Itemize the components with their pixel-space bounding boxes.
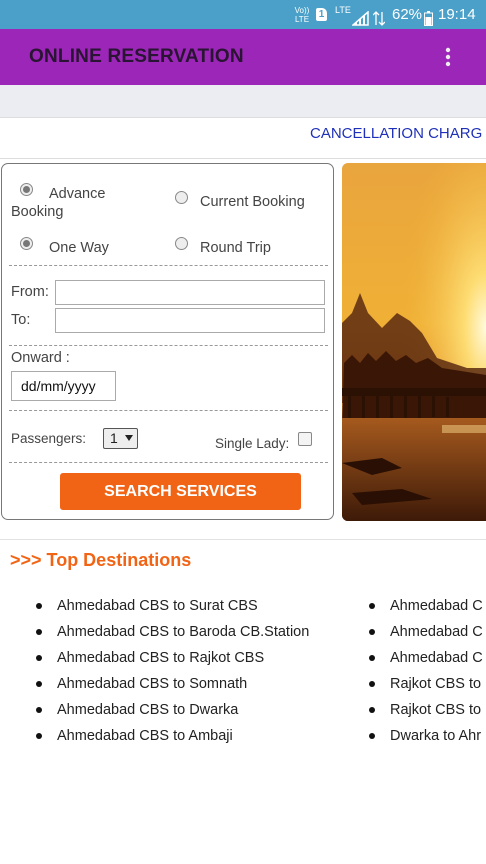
battery-percent: 62%	[392, 6, 423, 23]
bullet-icon	[369, 655, 375, 661]
bullet-icon	[36, 629, 42, 635]
sunset-banner-image	[342, 163, 486, 521]
round-trip-label[interactable]: Round Trip	[200, 239, 271, 257]
passengers-select[interactable]: 1	[103, 428, 138, 449]
bullet-icon	[369, 603, 375, 609]
onward-date-input[interactable]: dd/mm/yyyy	[11, 371, 116, 401]
spacer-band	[0, 85, 486, 117]
bullet-icon	[36, 733, 42, 739]
destination-text[interactable]: Ahmedabad CBS to Baroda CB.Station	[57, 624, 309, 640]
single-lady-checkbox[interactable]	[298, 432, 312, 446]
single-lady-label: Single Lady:	[215, 436, 290, 451]
from-label: From:	[11, 284, 49, 300]
cancellation-ticker[interactable]: CANCELLATION CHARG	[0, 117, 486, 159]
destinations-right-list: Ahmedabad C Ahmedabad C Ahmedabad C Rajk…	[369, 596, 486, 752]
current-booking-radio[interactable]	[175, 191, 188, 204]
to-label: To:	[11, 312, 31, 328]
destination-link[interactable]: Ahmedabad CBS to Dwarka	[36, 700, 309, 726]
app-title: ONLINE RESERVATION	[29, 46, 244, 67]
section-divider	[0, 539, 486, 540]
destination-text[interactable]: Ahmedabad C	[390, 598, 483, 614]
destination-link[interactable]: Ahmedabad C	[369, 622, 486, 648]
bullet-icon	[36, 603, 42, 609]
bullet-icon	[369, 629, 375, 635]
sim-icon: 1	[316, 8, 327, 21]
bullet-icon	[36, 681, 42, 687]
destination-link[interactable]: Rajkot CBS to	[369, 700, 486, 726]
destination-text[interactable]: Ahmedabad C	[390, 624, 483, 640]
signal-icon	[350, 7, 369, 26]
destination-text[interactable]: Dwarka to Ahr	[390, 728, 481, 744]
destination-text[interactable]: Ahmedabad CBS to Dwarka	[57, 702, 238, 718]
from-input[interactable]	[55, 280, 325, 305]
destination-text[interactable]: Ahmedabad CBS to Surat CBS	[57, 598, 258, 614]
bullet-icon	[369, 707, 375, 713]
destination-link[interactable]: Ahmedabad CBS to Ambaji	[36, 726, 309, 752]
bullet-icon	[36, 655, 42, 661]
round-trip-radio[interactable]	[175, 237, 188, 250]
app-bar: ONLINE RESERVATION	[0, 29, 486, 85]
current-booking-label[interactable]: Current Booking	[200, 193, 305, 211]
destination-text[interactable]: Ahmedabad CBS to Ambaji	[57, 728, 233, 744]
destination-link[interactable]: Ahmedabad CBS to Somnath	[36, 674, 309, 700]
passengers-value: 1	[110, 430, 118, 446]
divider	[9, 345, 328, 346]
destination-text[interactable]: Rajkot CBS to	[390, 702, 481, 718]
ticker-text[interactable]: CANCELLATION CHARG	[310, 125, 482, 142]
divider	[9, 265, 328, 266]
network-type: LTE	[335, 5, 351, 15]
destination-text[interactable]: Ahmedabad C	[390, 650, 483, 666]
destination-link[interactable]: Ahmedabad CBS to Surat CBS	[36, 596, 309, 622]
destination-link[interactable]: Ahmedabad CBS to Rajkot CBS	[36, 648, 309, 674]
bullet-icon	[369, 681, 375, 687]
destination-link[interactable]: Rajkot CBS to	[369, 674, 486, 700]
search-services-button[interactable]: SEARCH SERVICES	[60, 473, 301, 510]
destination-link[interactable]: Ahmedabad CBS to Baroda CB.Station	[36, 622, 309, 648]
divider	[9, 410, 328, 411]
more-vert-icon[interactable]	[438, 47, 458, 67]
wifi-arrows-icon	[372, 7, 386, 26]
one-way-label[interactable]: One Way	[49, 239, 109, 257]
top-destinations-heading: >>> Top Destinations	[10, 550, 192, 570]
status-bar: Vo)) LTE 1 LTE 62% 19:14	[0, 0, 486, 29]
onward-label: Onward :	[11, 350, 70, 366]
bullet-icon	[369, 733, 375, 739]
destination-link[interactable]: Dwarka to Ahr	[369, 726, 486, 752]
divider	[9, 462, 328, 463]
advance-booking-label[interactable]: Advance Booking	[11, 185, 131, 221]
destinations-left-list: Ahmedabad CBS to Surat CBS Ahmedabad CBS…	[36, 596, 309, 752]
destination-link[interactable]: Ahmedabad C	[369, 648, 486, 674]
destination-text[interactable]: Ahmedabad CBS to Somnath	[57, 676, 247, 692]
bullet-icon	[36, 707, 42, 713]
battery-icon	[424, 7, 433, 26]
to-input[interactable]	[55, 308, 325, 333]
clock: 19:14	[438, 6, 476, 23]
destination-text[interactable]: Ahmedabad CBS to Rajkot CBS	[57, 650, 264, 666]
destination-text[interactable]: Rajkot CBS to	[390, 676, 481, 692]
destination-link[interactable]: Ahmedabad C	[369, 596, 486, 622]
passengers-label: Passengers:	[11, 431, 87, 446]
booking-form: Advance Booking Current Booking One Way …	[1, 163, 334, 520]
chevron-down-icon	[125, 435, 133, 441]
one-way-radio[interactable]	[20, 237, 33, 250]
